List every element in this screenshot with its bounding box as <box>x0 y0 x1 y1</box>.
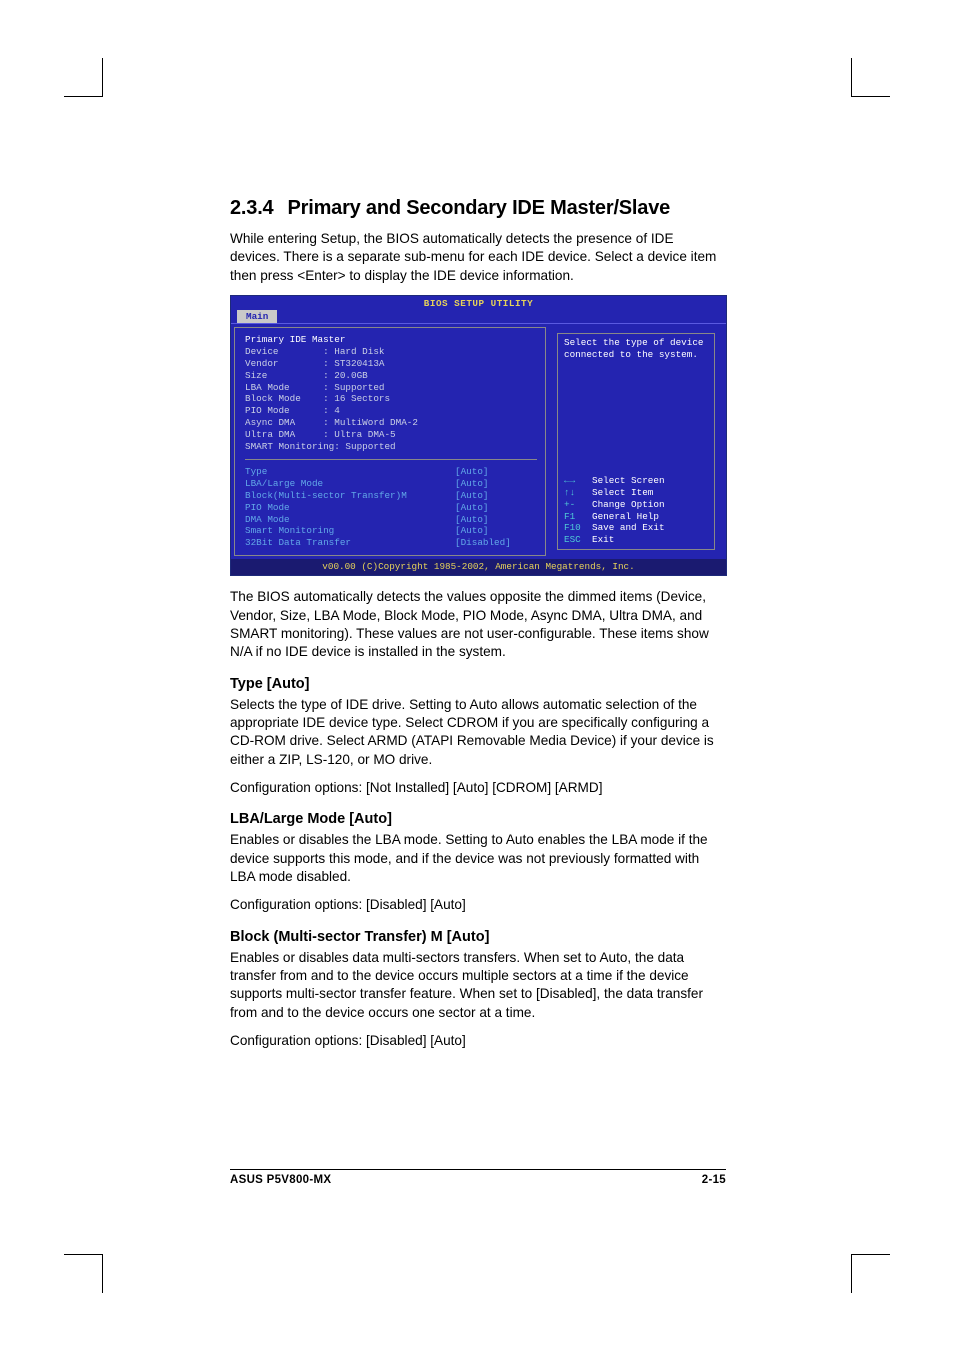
paragraph: Enables or disables the LBA mode. Settin… <box>230 831 726 886</box>
section-number: 2.3.4 <box>230 197 273 219</box>
bios-info-row: Device : Hard Disk <box>245 346 537 358</box>
config-options: Configuration options: [Disabled] [Auto] <box>230 1032 726 1050</box>
bios-section-header: Primary IDE Master <box>245 334 537 346</box>
bios-left-panel: Primary IDE Master Device : Hard Disk Ve… <box>234 327 546 556</box>
bios-option-row: PIO Mode[Auto] <box>245 502 537 514</box>
after-bios-paragraph: The BIOS automatically detects the value… <box>230 588 726 661</box>
bios-option-row: DMA Mode[Auto] <box>245 514 537 526</box>
bios-option-row: Type[Auto] <box>245 466 537 478</box>
subheading-type: Type [Auto] <box>230 676 726 692</box>
config-options: Configuration options: [Not Installed] [… <box>230 779 726 797</box>
bios-info-row: PIO Mode : 4 <box>245 405 537 417</box>
bios-info-row: SMART Monitoring: Supported <box>245 441 537 453</box>
bios-right-panel: Select the type of device connected to t… <box>549 327 723 556</box>
bios-help-text: Select the type of device connected to t… <box>564 337 708 361</box>
nav-key-icon: ←→ <box>564 475 592 487</box>
paragraph: Enables or disables data multi-sectors t… <box>230 949 726 1022</box>
section-title: Primary and Secondary IDE Master/Slave <box>287 197 670 219</box>
bios-info-row: Block Mode : 16 Sectors <box>245 393 537 405</box>
paragraph: Selects the type of IDE drive. Setting t… <box>230 696 726 769</box>
nav-key-icon: ESC <box>564 534 592 546</box>
section-heading: 2.3.4 Primary and Secondary IDE Master/Sl… <box>230 197 726 220</box>
subheading-block: Block (Multi-sector Transfer) M [Auto] <box>230 929 726 945</box>
intro-paragraph: While entering Setup, the BIOS automatic… <box>230 230 726 285</box>
page-footer: ASUS P5V800-MX 2-15 <box>230 1169 726 1186</box>
bios-info-row: LBA Mode : Supported <box>245 382 537 394</box>
bios-tab-main: Main <box>237 310 277 323</box>
nav-key-icon: F10 <box>564 522 592 534</box>
nav-key-icon: F1 <box>564 511 592 523</box>
bios-info-row: Vendor : ST320413A <box>245 358 537 370</box>
bios-info-row: Ultra DMA : Ultra DMA-5 <box>245 429 537 441</box>
bios-option-row: Block(Multi-sector Transfer)M[Auto] <box>245 490 537 502</box>
bios-info-row: Size : 20.0GB <box>245 370 537 382</box>
nav-key-icon: +- <box>564 499 592 511</box>
bios-option-row: Smart Monitoring[Auto] <box>245 525 537 537</box>
config-options: Configuration options: [Disabled] [Auto] <box>230 896 726 914</box>
subheading-lba: LBA/Large Mode [Auto] <box>230 811 726 827</box>
bios-option-row: LBA/Large Mode[Auto] <box>245 478 537 490</box>
footer-product: ASUS P5V800-MX <box>230 1174 331 1186</box>
bios-screenshot: BIOS SETUP UTILITY Main Primary IDE Mast… <box>230 295 727 576</box>
footer-page-number: 2-15 <box>702 1174 726 1186</box>
bios-nav-keys: ←→Select Screen ↑↓Select Item +-Change O… <box>564 475 708 546</box>
bios-info-row: Async DMA : MultiWord DMA-2 <box>245 417 537 429</box>
bios-copyright: v00.00 (C)Copyright 1985-2002, American … <box>231 559 726 575</box>
bios-title: BIOS SETUP UTILITY <box>231 296 726 310</box>
nav-key-icon: ↑↓ <box>564 487 592 499</box>
bios-tab-bar: Main <box>231 310 726 323</box>
bios-option-row: 32Bit Data Transfer[Disabled] <box>245 537 537 549</box>
